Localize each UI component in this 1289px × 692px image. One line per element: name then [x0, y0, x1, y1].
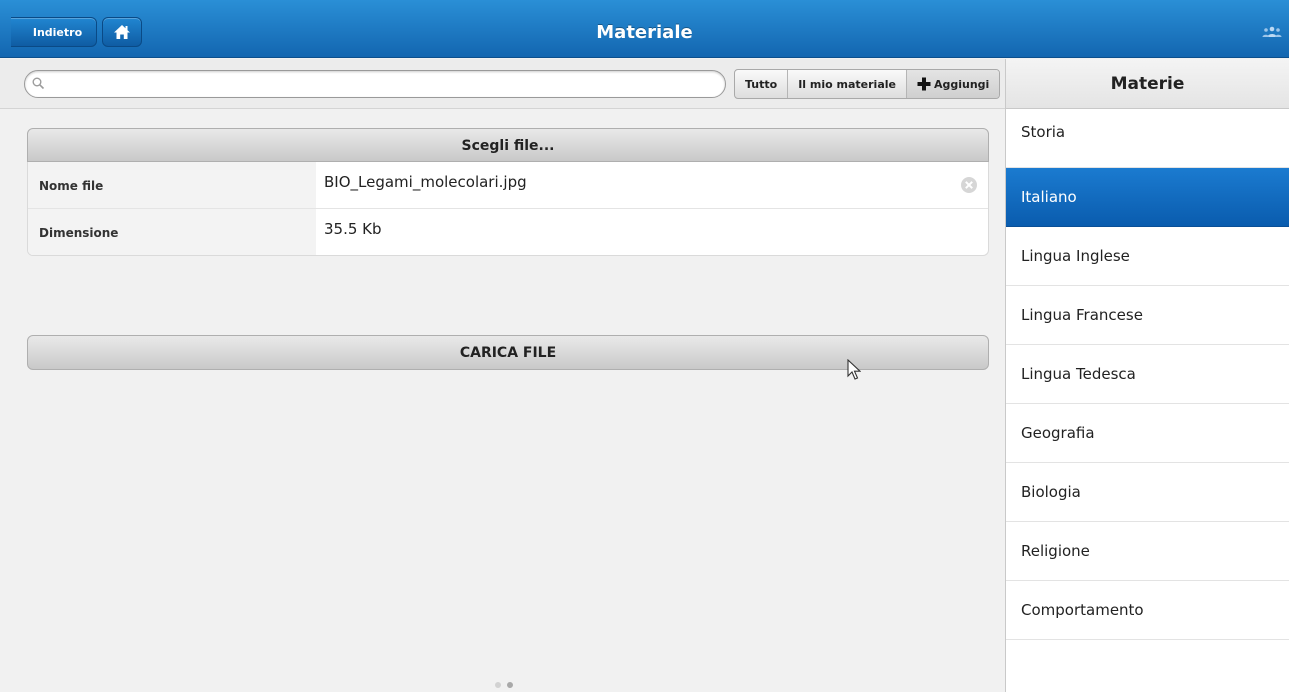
subject-item-religione[interactable]: Religione [1006, 522, 1289, 581]
file-name-label: Nome file [28, 162, 316, 208]
filter-aggiungi[interactable]: Aggiungi [906, 70, 1000, 98]
file-size-value: 35.5 Kb [324, 220, 382, 238]
upload-file-button[interactable]: CARICA FILE [27, 335, 989, 370]
users-icon[interactable] [1262, 26, 1282, 38]
page-dot[interactable] [507, 682, 513, 688]
filter-tutto[interactable]: Tutto [735, 70, 789, 98]
subject-item-comportamento[interactable]: Comportamento [1006, 581, 1289, 640]
subject-item-storia[interactable]: Storia [1006, 109, 1289, 168]
page-title: Materiale [596, 22, 693, 43]
file-size-label: Dimensione [28, 209, 316, 255]
filter-label: Il mio materiale [798, 77, 896, 91]
top-navigation-bar: Indietro Materiale [0, 0, 1289, 58]
subject-item-lingua-inglese[interactable]: Lingua Inglese [1006, 227, 1289, 286]
page-dot[interactable] [495, 682, 501, 688]
search-toolbar: Tutto Il mio materiale Aggiungi [0, 59, 1005, 109]
material-filter-segmented-control: Tutto Il mio materiale Aggiungi [734, 69, 1001, 99]
page-indicator [495, 682, 513, 688]
subjects-list: Storia Italiano Lingua Inglese Lingua Fr… [1006, 109, 1289, 640]
filter-label: Aggiungi [933, 77, 990, 91]
subjects-panel: Materie Storia Italiano Lingua Inglese L… [1005, 59, 1289, 692]
subject-item-italiano[interactable]: Italiano [1006, 168, 1289, 227]
clear-icon[interactable] [960, 176, 978, 194]
subject-item-geografia[interactable]: Geografia [1006, 404, 1289, 463]
table-row: Dimensione 35.5 Kb [28, 209, 988, 255]
mouse-cursor-icon [847, 359, 861, 380]
search-icon [32, 77, 45, 90]
material-content: Tutto Il mio materiale Aggiungi Scegli f… [0, 59, 1005, 692]
search-input[interactable] [24, 70, 726, 98]
file-name-value: BIO_Legami_molecolari.jpg [324, 173, 527, 191]
filter-il-mio-materiale[interactable]: Il mio materiale [788, 70, 907, 98]
table-row: Nome file BIO_Legami_molecolari.jpg [28, 162, 988, 209]
subjects-panel-title: Materie [1006, 59, 1289, 109]
file-details-table: Nome file BIO_Legami_molecolari.jpg Dime… [27, 162, 989, 256]
filter-label: Tutto [745, 77, 778, 91]
subject-item-biologia[interactable]: Biologia [1006, 463, 1289, 522]
choose-file-button[interactable]: Scegli file... [27, 128, 989, 162]
plus-icon [917, 77, 931, 91]
subject-item-lingua-francese[interactable]: Lingua Francese [1006, 286, 1289, 345]
subject-item-lingua-tedesca[interactable]: Lingua Tedesca [1006, 345, 1289, 404]
